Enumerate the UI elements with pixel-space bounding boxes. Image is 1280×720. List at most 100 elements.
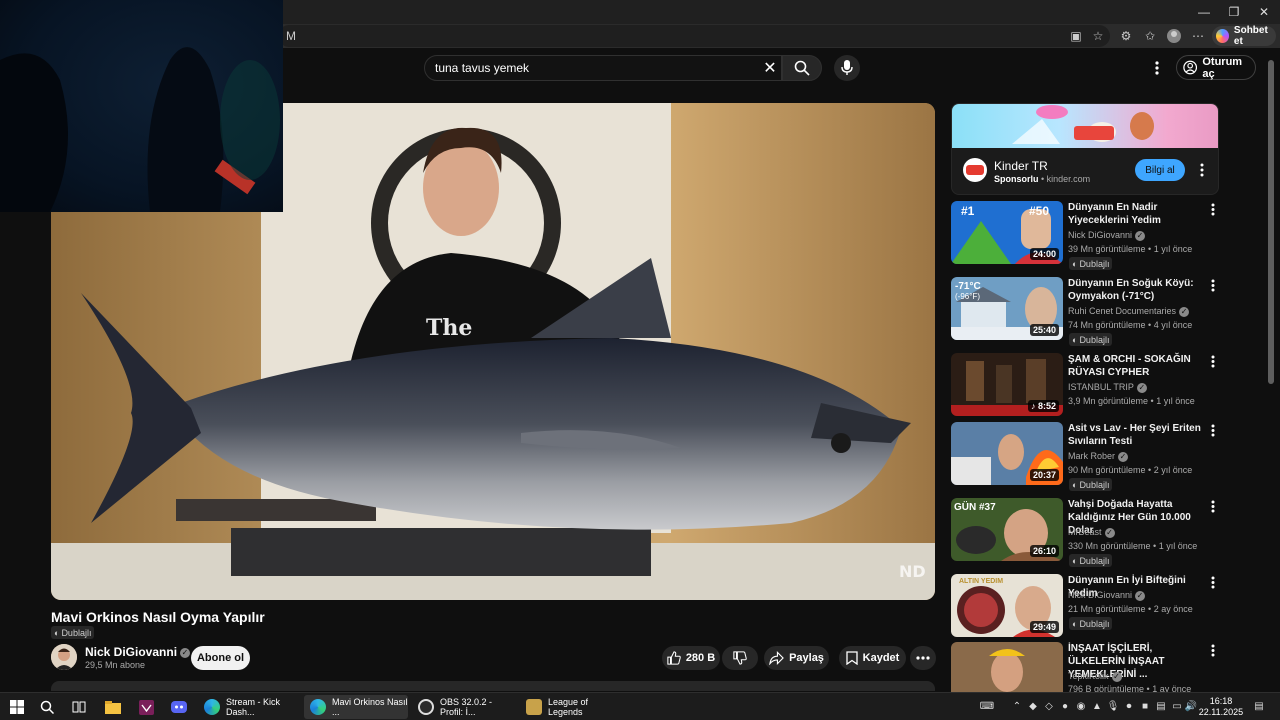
more-options-icon[interactable] — [1206, 574, 1220, 590]
channel-avatar[interactable] — [51, 644, 77, 670]
browser-menu-icon[interactable]: ⋯ — [1190, 28, 1206, 44]
subscribe-button[interactable]: Abone ol — [191, 646, 250, 670]
tray-app-icon[interactable]: ◆ — [1026, 699, 1040, 713]
notifications-icon[interactable]: ▤ — [1252, 699, 1266, 713]
video-duration: 25:40 — [1029, 324, 1059, 336]
verified-icon: ✓ — [180, 647, 191, 658]
split-screen-icon[interactable]: ▣ — [1068, 28, 1084, 44]
system-clock[interactable]: 16:18 22.11.2025 — [1198, 696, 1244, 718]
svg-text:GÜN #37: GÜN #37 — [954, 500, 996, 513]
webcam-overlay — [0, 0, 283, 212]
more-options-icon[interactable] — [1206, 422, 1220, 438]
record-icon[interactable]: ⏺ — [1122, 699, 1136, 713]
recommendation-item[interactable]: 20:37 Asit vs Lav - Her Şeyi Eriten Sıvı… — [951, 422, 1225, 491]
ad-learn-more-button[interactable]: Bilgi al — [1135, 159, 1185, 181]
page-scrollbar[interactable] — [1268, 60, 1274, 384]
video-thumbnail[interactable]: 20:37 — [951, 422, 1063, 485]
video-thumbnail[interactable]: #1 #50 24:00 — [951, 201, 1063, 264]
discord-icon[interactable] — [170, 698, 188, 716]
favorites-icon[interactable]: ✩ — [1142, 28, 1158, 44]
network-icon[interactable]: ▤ — [1154, 699, 1168, 713]
dub-icon: ◐ — [1072, 618, 1078, 629]
recommendation-item[interactable]: #1 #50 24:00 Dünyanın En Nadir Yiyecekle… — [951, 201, 1225, 270]
profile-icon[interactable] — [1166, 28, 1182, 44]
minimize-icon[interactable]: — — [1188, 0, 1220, 24]
taskbar-app-stream[interactable]: Stream - Kick Dash... — [198, 695, 300, 719]
dub-icon: ◐ — [1072, 258, 1078, 269]
chevron-up-icon[interactable]: ⌃ — [1010, 699, 1024, 713]
tray-app-icon[interactable]: ● — [1058, 699, 1072, 713]
tray-app-icon[interactable]: ◉ — [1074, 699, 1088, 713]
tray-app-icon[interactable]: ◇ — [1042, 699, 1056, 713]
extensions-icon[interactable]: ⚙ — [1118, 28, 1134, 44]
video-thumbnail[interactable] — [951, 642, 1063, 692]
url-field[interactable]: M — [278, 25, 1110, 47]
channel-name[interactable]: Nick DiGiovanni ✓ — [1068, 590, 1146, 601]
share-button[interactable]: Paylaş — [764, 646, 829, 670]
verified-icon: ✓ — [1111, 671, 1122, 682]
recommendation-item[interactable]: ALTIN YEDIM 29:49 Dünyanın En İyi Bifteğ… — [951, 574, 1225, 640]
video-thumbnail[interactable]: GÜN #37 26:10 — [951, 498, 1063, 561]
more-options-icon[interactable] — [1206, 353, 1220, 369]
settings-more-icon[interactable] — [1148, 58, 1166, 78]
more-options-icon[interactable] — [1206, 201, 1220, 217]
thumbs-down-icon — [733, 651, 747, 665]
video-title[interactable]: Dünyanın En Nadir Yiyeceklerini Yedim — [1068, 201, 1208, 227]
recommendation-item[interactable]: ♪ 8:52 ŞAM & ORCHI - SOKAĞIN RÜYASI CYPH… — [951, 353, 1225, 419]
ad-more-icon[interactable] — [1196, 161, 1208, 179]
like-button[interactable]: 280 B — [662, 646, 720, 670]
verified-icon: ✓ — [1136, 382, 1147, 393]
ad-banner-image[interactable] — [952, 104, 1218, 148]
svg-text:(-96°F): (-96°F) — [955, 292, 980, 301]
channel-name[interactable]: TepkiKolik ✓ — [1068, 671, 1122, 682]
taskbar-app-league[interactable]: League of Legends — [520, 695, 624, 719]
restore-icon[interactable]: ❐ — [1218, 0, 1250, 24]
more-options-icon[interactable] — [1206, 277, 1220, 293]
video-title[interactable]: Dünyanın En Soğuk Köyü: Oymyakon (-71°C) — [1068, 277, 1208, 303]
video-thumbnail[interactable]: ALTIN YEDIM 29:49 — [951, 574, 1063, 637]
save-button[interactable]: Kaydet — [839, 646, 906, 670]
windows-start-icon[interactable] — [8, 698, 26, 716]
microphone-icon[interactable]: 🎙 — [1106, 699, 1120, 713]
video-meta: 74 Mn görüntüleme • 4 yıl önce — [1068, 320, 1193, 330]
tray-app-icon[interactable]: ■ — [1138, 699, 1152, 713]
more-actions-button[interactable] — [910, 646, 936, 670]
sign-in-button[interactable]: Oturum aç — [1176, 55, 1256, 80]
description-box[interactable] — [51, 681, 935, 691]
search-icon[interactable] — [38, 698, 56, 716]
taskbar-app-obs[interactable]: OBS 32.0.2 - Profil: İ... — [412, 695, 516, 719]
channel-name[interactable]: Nick DiGiovanni ✓ — [1068, 230, 1146, 241]
ad-card[interactable]: Kinder TR Sponsorlu • kinder.com Bilgi a… — [951, 103, 1219, 195]
clear-search-icon[interactable]: ✕ — [761, 59, 779, 77]
voice-search-button[interactable] — [834, 55, 860, 81]
dislike-button[interactable] — [722, 646, 758, 670]
more-options-icon[interactable] — [1206, 498, 1220, 514]
video-thumbnail[interactable]: ♪ 8:52 — [951, 353, 1063, 416]
recommendation-item[interactable]: -71°C (-96°F) 25:40 Dünyanın En Soğuk Kö… — [951, 277, 1225, 346]
search-input[interactable] — [435, 56, 755, 80]
video-title[interactable]: Asit vs Lav - Her Şeyi Eriten Sıvıların … — [1068, 422, 1208, 448]
display-icon[interactable]: ▭ — [1170, 699, 1184, 713]
channel-name[interactable]: ISTANBUL TRIP ✓ — [1068, 382, 1147, 393]
search-button[interactable] — [782, 55, 822, 81]
tray-app-icon[interactable]: ▲ — [1090, 699, 1104, 713]
app-icon[interactable] — [137, 698, 155, 716]
copilot-button[interactable]: Sohbet et — [1212, 25, 1276, 47]
video-title[interactable]: ŞAM & ORCHI - SOKAĞIN RÜYASI CYPHER — [1068, 353, 1208, 379]
volume-icon[interactable]: 🔊 — [1184, 699, 1198, 713]
keyboard-icon[interactable]: ⌨ — [980, 699, 994, 713]
file-explorer-icon[interactable] — [104, 698, 122, 716]
channel-name[interactable]: Nick DiGiovanni ✓ — [85, 645, 191, 659]
channel-name[interactable]: Ruhi Cenet Documentaries ✓ — [1068, 306, 1190, 317]
close-window-icon[interactable]: ✕ — [1248, 0, 1280, 24]
channel-name[interactable]: Mark Rober ✓ — [1068, 451, 1129, 462]
more-options-icon[interactable] — [1206, 642, 1220, 658]
taskbar-app-youtube[interactable]: Mavi Orkinos Nasıl ... — [304, 695, 408, 719]
channel-name[interactable]: MrBeast ✓ — [1068, 527, 1115, 538]
recommendation-item[interactable]: İNŞAAT İŞÇİLERİ, ÜLKELERİN İNŞAAT YEMEKL… — [951, 642, 1225, 692]
obs-icon — [418, 699, 434, 715]
recommendation-item[interactable]: GÜN #37 26:10 Vahşi Doğada Hayatta Kaldı… — [951, 498, 1225, 567]
favorite-star-icon[interactable]: ☆ — [1090, 28, 1106, 44]
video-thumbnail[interactable]: -71°C (-96°F) 25:40 — [951, 277, 1063, 340]
task-view-icon[interactable] — [70, 698, 88, 716]
